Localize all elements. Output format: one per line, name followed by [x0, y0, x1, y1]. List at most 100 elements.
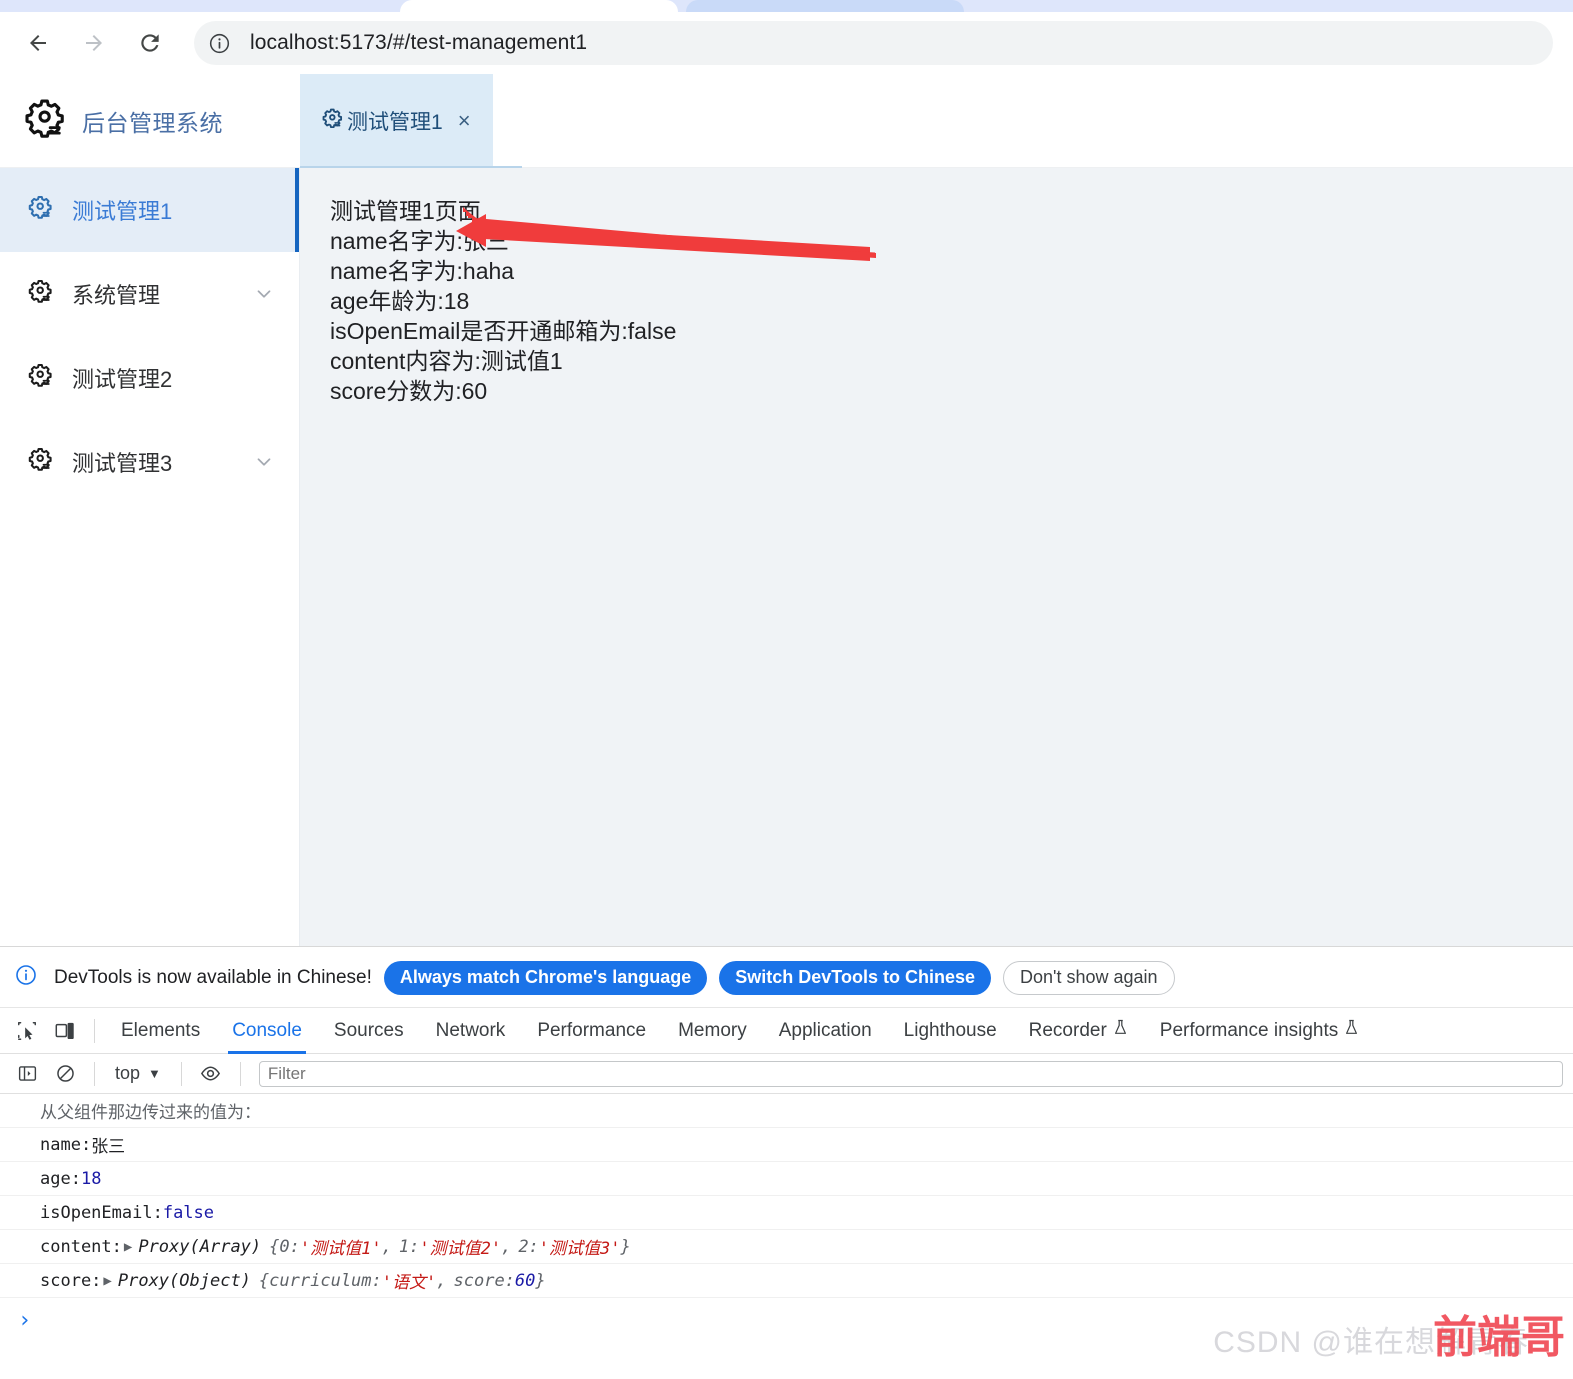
open-brace: { — [258, 1270, 270, 1291]
console-log-row[interactable]: age: 18 — [0, 1162, 1573, 1196]
switch-to-chinese-button[interactable]: Switch DevTools to Chinese — [719, 960, 991, 995]
app-logo[interactable]: 后台管理系统 — [0, 74, 300, 167]
devtools-tab-recorder[interactable]: Recorder — [1013, 1008, 1144, 1054]
devtools-tab-application[interactable]: Application — [763, 1008, 888, 1054]
sidebar-item-test-management2[interactable]: 测试管理2 — [0, 336, 299, 420]
content-area: 测试管理1页面 name名字为:张三 name名字为:haha age年龄为:1… — [300, 168, 1573, 946]
gear-icon — [24, 96, 68, 145]
content-line-content: content内容为:测试值1 — [330, 348, 563, 375]
sidebar-item-test-management1[interactable]: 测试管理1 — [0, 168, 299, 252]
tab-label: Application — [778, 1019, 872, 1041]
always-match-language-button[interactable]: Always match Chrome's language — [383, 960, 708, 995]
expand-triangle-icon[interactable]: ▶ — [103, 1273, 111, 1289]
console-context-selector[interactable]: top ▼ — [105, 1063, 171, 1084]
gear-icon — [28, 194, 54, 226]
browser-tab-active[interactable] — [400, 0, 678, 12]
close-brace: } — [535, 1270, 546, 1291]
app-body: 测试管理1 系统管理 测试管理2 测试管理3 测试管理1页面 name名字为:张… — [0, 168, 1573, 946]
sidebar-item-label: 测试管理1 — [72, 199, 173, 224]
tab-label: Elements — [121, 1019, 201, 1041]
devtools-tab-performance[interactable]: Performance — [521, 1008, 662, 1054]
content-line-score: score分数为:60 — [330, 378, 488, 405]
devtools-tab-performance-insights[interactable]: Performance insights — [1144, 1008, 1375, 1054]
gear-icon — [28, 362, 54, 394]
console-toolbar: top ▼ — [0, 1054, 1573, 1094]
content-text-block: 测试管理1页面 name名字为:张三 name名字为:haha age年龄为:1… — [330, 196, 1573, 407]
content-line-page-title: 测试管理1页面 — [330, 197, 481, 224]
devtools-tab-lighthouse[interactable]: Lighthouse — [888, 1008, 1013, 1054]
close-icon[interactable]: × — [458, 108, 471, 134]
console-log-row[interactable]: isOpenEmail: false — [0, 1196, 1573, 1230]
content-line-name-2: name名字为:haha — [330, 257, 515, 284]
clear-console-icon[interactable] — [46, 1055, 84, 1093]
console-log-row[interactable]: score: ▶ Proxy(Object) { curriculum: '语文… — [0, 1264, 1573, 1298]
app-logo-text: 后台管理系统 — [82, 109, 223, 136]
context-label: top — [115, 1063, 141, 1083]
tab-label: Performance — [537, 1019, 647, 1041]
log-value: 张三 — [91, 1137, 126, 1157]
console-prompt[interactable]: › — [0, 1298, 1573, 1342]
log-key: age: — [40, 1168, 81, 1189]
console-log-row[interactable]: name: 张三 — [0, 1128, 1573, 1162]
sidebar-item-test-management3[interactable]: 测试管理3 — [0, 420, 299, 504]
devtools-tab-sources[interactable]: Sources — [318, 1008, 420, 1054]
devtools-tab-console[interactable]: Console — [216, 1008, 318, 1054]
reload-button[interactable] — [128, 21, 172, 65]
entry-key: 2: — [518, 1236, 539, 1257]
live-expression-icon[interactable] — [192, 1055, 230, 1093]
devtools-tab-memory[interactable]: Memory — [662, 1008, 763, 1054]
content-line-isopenemail: isOpenEmail是否开通邮箱为:false — [330, 318, 677, 344]
devtools-tab-bar: Elements Console Sources Network Perform… — [0, 1008, 1573, 1054]
log-key: isOpenEmail: — [40, 1202, 163, 1223]
entry-key: 1: — [398, 1236, 420, 1257]
console-log-row[interactable]: 从父组件那边传过来的值为： — [0, 1094, 1573, 1128]
page-viewport: 后台管理系统 测试管理1 × 测试管理1 系统管理 测试管理2 测试管理3 测试… — [0, 74, 1573, 947]
dont-show-again-button[interactable]: Don't show again — [1002, 960, 1175, 995]
open-brace: { — [269, 1236, 280, 1257]
browser-tab-inactive[interactable] — [686, 0, 964, 12]
console-log-list: 从父组件那边传过来的值为： name: 张三 age: 18 isOpenEma… — [0, 1094, 1573, 1342]
log-class-name: Proxy(Array) — [138, 1236, 262, 1257]
tab-label: Recorder — [1028, 1019, 1107, 1041]
expand-triangle-icon[interactable]: ▶ — [124, 1239, 132, 1255]
tab-label: Sources — [333, 1019, 404, 1041]
log-value: 18 — [80, 1168, 102, 1189]
device-toolbar-icon[interactable] — [46, 1012, 84, 1050]
prompt-caret-icon: › — [18, 1307, 32, 1333]
sidebar-active-indicator — [295, 168, 299, 252]
entry-value: '测试值3' — [538, 1239, 621, 1259]
sidebar-item-label: 测试管理3 — [72, 451, 173, 476]
tab-label: Performance insights — [1159, 1019, 1339, 1041]
url-text[interactable]: localhost:5173/#/test-management1 — [250, 31, 587, 55]
entry-value: 60 — [514, 1270, 536, 1291]
gear-icon — [28, 278, 54, 310]
console-toolbar-divider-2 — [180, 1061, 182, 1086]
console-toolbar-divider-3 — [239, 1061, 241, 1086]
tab-label: Network — [435, 1019, 506, 1041]
app-tab-bar: 测试管理1 × — [300, 74, 493, 167]
chevron-down-icon[interactable] — [253, 283, 275, 305]
console-filter-input[interactable] — [258, 1060, 1563, 1087]
sidebar-item-system-management[interactable]: 系统管理 — [0, 252, 299, 336]
site-info-icon[interactable] — [200, 24, 238, 62]
log-key: name: — [40, 1134, 92, 1155]
devtools-tab-network[interactable]: Network — [420, 1008, 522, 1054]
content-line-age: age年龄为:18 — [330, 287, 470, 314]
app-tab-test-management1[interactable]: 测试管理1 × — [300, 74, 493, 167]
console-log-row[interactable]: content: ▶ Proxy(Array) { 0: '测试值1' , 1:… — [0, 1230, 1573, 1264]
log-class-name: Proxy(Object) — [117, 1270, 251, 1291]
app-tab-label: 测试管理1 — [347, 110, 443, 134]
inspect-element-icon[interactable] — [8, 1012, 46, 1050]
back-button[interactable] — [16, 21, 60, 65]
browser-tab-strip — [0, 0, 1573, 12]
sidebar-item-label: 系统管理 — [72, 283, 161, 308]
experiment-flask-icon — [1344, 1019, 1359, 1042]
console-sidebar-icon[interactable] — [8, 1055, 46, 1093]
tab-label: Console — [232, 1019, 302, 1041]
address-bar[interactable]: localhost:5173/#/test-management1 — [194, 21, 1553, 65]
devtools-tab-elements[interactable]: Elements — [105, 1008, 216, 1054]
chevron-down-icon[interactable] — [253, 451, 275, 473]
devtools-language-banner: DevTools is now available in Chinese! Al… — [0, 948, 1573, 1008]
devtools-banner-text: DevTools is now available in Chinese! — [54, 966, 372, 988]
forward-button[interactable] — [72, 21, 116, 65]
